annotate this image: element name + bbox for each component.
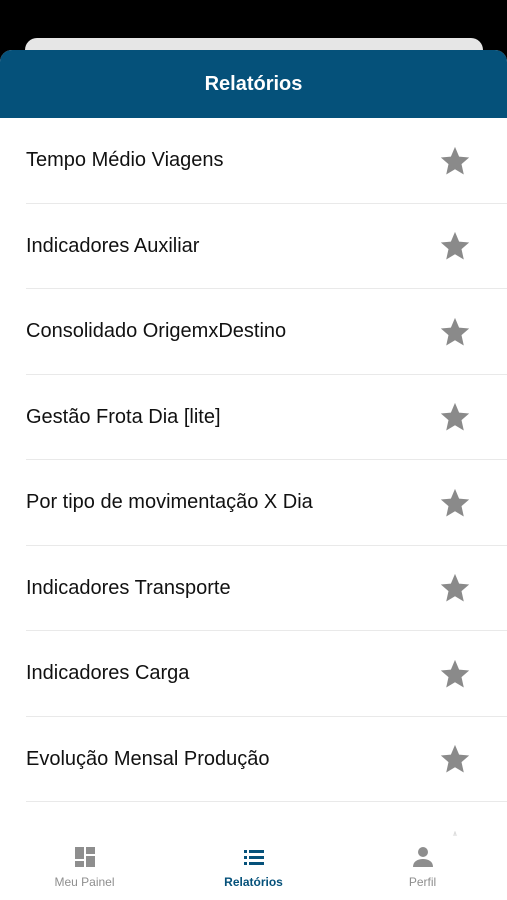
tab-bar: Meu Painel Relatórios Perfil: [0, 836, 507, 900]
star-icon[interactable]: [437, 570, 473, 606]
tab-label: Perfil: [408, 875, 437, 889]
star-icon[interactable]: [437, 485, 473, 521]
report-label: Evolução Mensal Produção: [26, 747, 270, 770]
report-label: Tempo Médio Viagens: [26, 149, 224, 172]
tab-perfil[interactable]: Perfil: [353, 844, 493, 889]
star-icon[interactable]: [437, 741, 473, 777]
star-icon[interactable]: [437, 399, 473, 435]
star-icon[interactable]: [437, 314, 473, 350]
star-icon[interactable]: [437, 143, 473, 179]
tab-label: Relatórios: [224, 875, 283, 889]
person-icon: [410, 844, 436, 870]
list-item[interactable]: Indicadores Carga: [0, 631, 507, 717]
list-item[interactable]: Tempo Médio Viagens: [0, 118, 507, 204]
report-label: Consolidado OrigemxDestino: [26, 320, 287, 343]
tab-meu-painel[interactable]: Meu Painel: [15, 844, 155, 889]
report-label: Gestão Frota Dia [lite]: [26, 405, 221, 428]
report-label: Indicadores Auxiliar: [26, 234, 200, 257]
list-item[interactable]: Evolução Mensal Produção: [0, 717, 507, 803]
list-item[interactable]: Gestão Frota Dia [lite]: [0, 375, 507, 461]
report-label: Por tipo de movimentação X Dia: [26, 491, 313, 514]
dashboard-icon: [72, 844, 98, 870]
list-icon: [241, 844, 267, 870]
star-icon[interactable]: [437, 228, 473, 264]
tab-label: Meu Painel: [54, 875, 115, 889]
header: Relatórios: [0, 50, 507, 118]
page-title: Relatórios: [204, 72, 303, 95]
list-item[interactable]: Indicadores Auxiliar: [0, 204, 507, 290]
reports-list: Tempo Médio Viagens Indicadores Auxiliar…: [0, 118, 507, 838]
tab-relatorios[interactable]: Relatórios: [184, 844, 324, 889]
list-item[interactable]: Por tipo de movimentação X Dia: [0, 460, 507, 546]
report-label: Indicadores Transporte: [26, 576, 231, 599]
list-item[interactable]: Consolidado OrigemxDestino: [0, 289, 507, 375]
reports-sheet: Relatórios Tempo Médio Viagens Indicador…: [0, 50, 507, 900]
list-item[interactable]: [0, 802, 507, 838]
report-label: Indicadores Carga: [26, 662, 190, 685]
list-item[interactable]: Indicadores Transporte: [0, 546, 507, 632]
star-icon[interactable]: [437, 656, 473, 692]
